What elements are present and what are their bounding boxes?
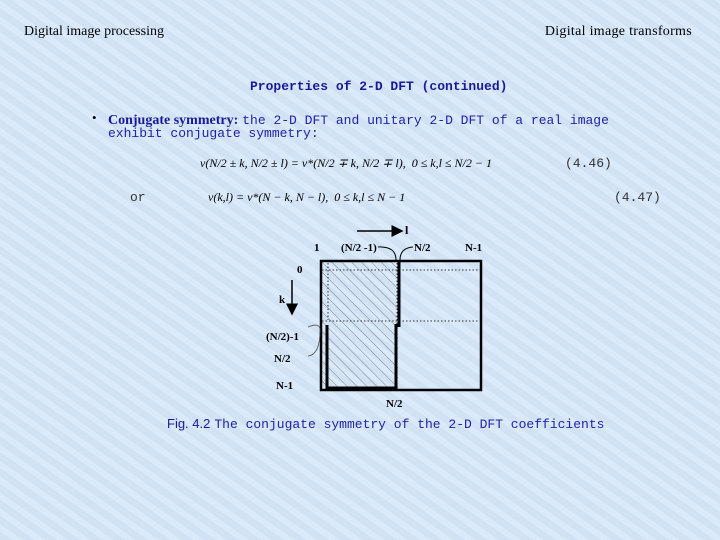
pointer-curve <box>307 324 321 357</box>
left-nm1: N-1 <box>276 380 294 392</box>
top-nm1: N-1 <box>465 242 483 254</box>
top-n2: N/2 <box>414 242 431 254</box>
top-1: 1 <box>314 242 320 254</box>
left-0: 0 <box>297 264 303 276</box>
left-n2m1: (N/2)-1 <box>266 331 299 343</box>
pointer-curve <box>399 246 414 261</box>
figure-caption: Fig. 4.2 The conjugate symmetry of the 2… <box>167 415 604 433</box>
symmetry-diagram <box>286 225 483 392</box>
l-axis-label: l <box>405 223 409 237</box>
k-axis-label: k <box>279 294 286 306</box>
bottom-n2: N/2 <box>386 398 403 410</box>
pointer-curve <box>377 246 397 261</box>
caption-label: Fig. 4.2 <box>167 416 211 431</box>
top-n2m1: (N/2 -1) <box>341 242 377 254</box>
caption-text: The conjugate symmetry of the 2-D DFT co… <box>214 417 605 432</box>
left-n2: N/2 <box>274 353 291 365</box>
hatched-region <box>322 262 398 388</box>
